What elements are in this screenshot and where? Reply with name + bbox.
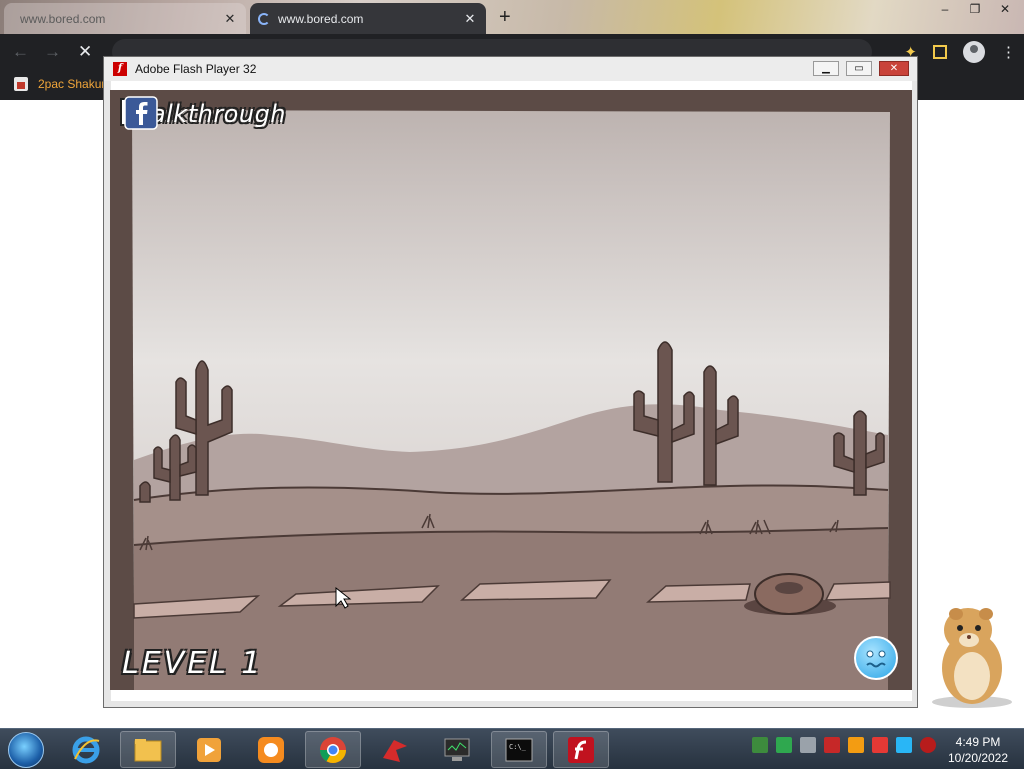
scared-face-button-icon[interactable] <box>854 636 898 680</box>
search-tray-icon[interactable] <box>848 737 864 753</box>
game-launcher-icon[interactable] <box>367 731 423 768</box>
battery-tray-icon[interactable] <box>776 737 792 753</box>
bookmark-label: 2pac Shakur <box>38 77 106 91</box>
desktop-hamster-pet[interactable] <box>920 600 1024 710</box>
flash-window-title: Adobe Flash Player 32 <box>135 62 257 76</box>
window-controls: – ❐ ✕ <box>930 0 1020 18</box>
browser-tab-strip: www.bored.com ✕ www.bored.com ✕ + – ❐ ✕ <box>0 0 1024 34</box>
tab-bored-1[interactable]: www.bored.com ✕ <box>4 3 246 34</box>
window-maximize-button[interactable]: ❐ <box>960 0 990 18</box>
profile-avatar[interactable] <box>963 41 985 63</box>
chrome-icon[interactable] <box>305 731 361 768</box>
flash-window-controls: ▁ ▭ ✕ <box>806 61 909 76</box>
clock-time: 4:49 PM <box>955 735 1001 749</box>
antivirus-tray-icon[interactable] <box>824 737 840 753</box>
internet-explorer-icon[interactable] <box>58 731 114 768</box>
flash-minimize-button[interactable]: ▁ <box>813 61 839 76</box>
flag-tray-icon[interactable] <box>872 737 888 753</box>
media-player-icon[interactable] <box>181 731 237 768</box>
taskbar-clock[interactable]: 4:49 PM 10/20/2022 <box>938 734 1018 766</box>
back-arrow-icon[interactable]: ← <box>12 42 29 62</box>
tab-bored-2-active[interactable]: www.bored.com ✕ <box>250 3 486 34</box>
uc-browser-icon[interactable] <box>243 731 299 768</box>
forward-arrow-icon[interactable]: → <box>44 42 61 62</box>
display-tray-icon[interactable] <box>896 737 912 753</box>
bookmark-favicon-icon <box>14 77 28 91</box>
tab-title: www.bored.com <box>278 11 364 26</box>
flash-maximize-button[interactable]: ▭ <box>846 61 872 76</box>
loading-spinner-icon <box>258 12 270 25</box>
file-explorer-icon[interactable] <box>120 731 176 768</box>
usb-tray-icon[interactable] <box>800 737 816 753</box>
bookmark-2pac[interactable]: 2pac Shakur <box>14 77 105 91</box>
side-panel-icon[interactable] <box>933 45 947 59</box>
new-tab-button[interactable]: + <box>499 6 511 29</box>
flash-player-icon[interactable] <box>553 731 609 768</box>
game-hud: Walkthrough <box>118 96 286 132</box>
window-minimize-button[interactable]: – <box>930 0 960 18</box>
record-tray-icon[interactable] <box>920 737 936 753</box>
facebook-icon[interactable] <box>124 96 158 130</box>
tab-close-icon[interactable]: ✕ <box>462 11 478 27</box>
flash-close-button[interactable]: ✕ <box>879 61 909 76</box>
windows-taskbar: C:\_ 4:49 PM 10/20/2022 <box>0 728 1024 769</box>
tab-close-icon[interactable]: ✕ <box>222 11 238 27</box>
flash-window-titlebar[interactable]: f Adobe Flash Player 32 ▁ ▭ ✕ <box>104 57 917 81</box>
level-indicator: LEVEL 1 <box>122 646 264 681</box>
menu-kebab-icon[interactable]: ⋮ <box>1001 43 1016 61</box>
window-close-button[interactable]: ✕ <box>990 0 1020 18</box>
desert-scene <box>110 90 912 690</box>
flash-logo-icon: f <box>113 62 127 76</box>
clock-date: 10/20/2022 <box>947 751 1009 765</box>
stop-loading-icon[interactable]: ✕ <box>78 42 92 62</box>
system-monitor-icon[interactable] <box>429 731 485 768</box>
command-prompt-icon[interactable]: C:\_ <box>491 731 547 768</box>
system-tray <box>752 737 944 753</box>
game-canvas[interactable]: Walkthrough LEVEL 1 <box>110 90 912 690</box>
start-button-icon[interactable] <box>8 732 44 768</box>
tab-title: www.bored.com <box>20 11 106 26</box>
network-tray-icon[interactable] <box>752 737 768 753</box>
svg-text:C:\_: C:\_ <box>509 743 527 751</box>
